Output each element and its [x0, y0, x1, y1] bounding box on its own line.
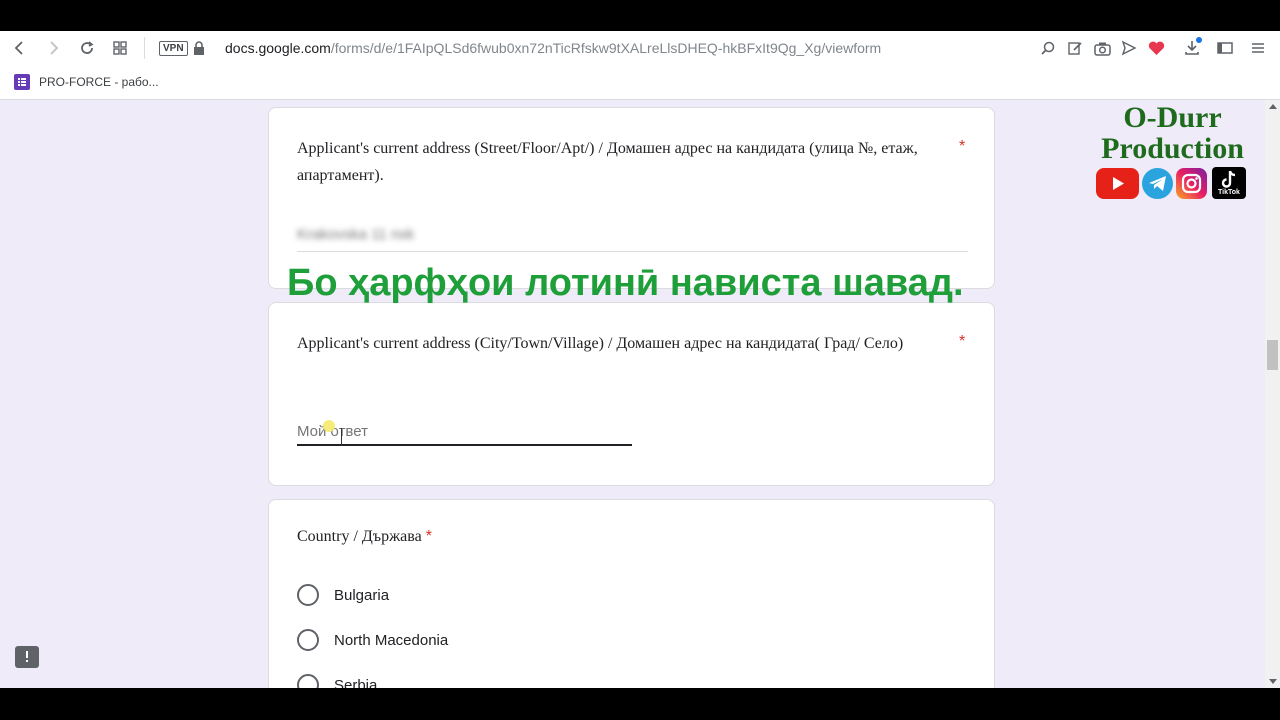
bookmark-pro-force[interactable]: PRO-FORCE - рабо...	[39, 74, 159, 90]
edit-icon[interactable]	[1065, 38, 1085, 58]
text-cursor-icon	[341, 428, 342, 446]
url-path: /forms/d/e/1FAIpQLSd6fwub0xn72nTicRfskw9…	[330, 40, 882, 56]
address-bar[interactable]: docs.google.com/forms/d/e/1FAIpQLSd6fwub…	[225, 40, 881, 57]
vpn-badge[interactable]: VPN	[159, 41, 188, 56]
brand-line-2: Production	[1101, 132, 1244, 165]
country-option-bulgaria[interactable]: Bulgaria	[297, 584, 597, 608]
tiktok-icon: TikTok	[1212, 167, 1246, 199]
toolbar-divider	[144, 37, 145, 59]
question-title-city: Applicant's current address (City/Town/V…	[297, 335, 904, 352]
download-badge-icon	[1196, 37, 1202, 43]
radio-button-icon[interactable]	[297, 584, 319, 606]
video-letterbox-top	[0, 0, 1280, 31]
form-page: Applicant's current address (Street/Floo…	[0, 100, 1265, 688]
answer-street-blurred: Krakovska 11 nsk	[297, 226, 415, 243]
menu-icon[interactable]	[1248, 38, 1268, 58]
url-domain: docs.google.com	[225, 40, 331, 56]
scroll-up-arrow-icon[interactable]	[1269, 104, 1277, 109]
question-title-country: Country / Държава *	[297, 528, 432, 546]
sidebar-toggle-icon[interactable]	[1215, 38, 1235, 58]
tiktok-label: TikTok	[1218, 189, 1240, 196]
camera-icon[interactable]	[1092, 38, 1112, 58]
instagram-icon	[1176, 168, 1207, 199]
country-option-serbia[interactable]: Serbia	[297, 674, 597, 688]
telegram-icon	[1142, 168, 1173, 199]
cursor-highlight-icon	[323, 420, 335, 432]
lock-icon[interactable]	[192, 40, 206, 56]
required-mark: *	[959, 138, 966, 155]
country-option-label: Bulgaria	[334, 587, 390, 604]
scroll-down-arrow-icon[interactable]	[1269, 679, 1277, 684]
report-feedback-icon[interactable]	[15, 646, 39, 668]
google-forms-icon[interactable]	[14, 74, 30, 90]
scrollbar-thumb[interactable]	[1267, 340, 1278, 370]
bookmarks-bar: PRO-FORCE - рабо...	[0, 66, 1280, 100]
question-card-city: Applicant's current address (City/Town/V…	[268, 302, 995, 486]
back-icon[interactable]	[10, 38, 30, 58]
overlay-caption: Бо ҳарфҳои лотинӣ нависта шавад.	[287, 262, 964, 304]
send-icon[interactable]	[1119, 38, 1139, 58]
required-mark: *	[959, 333, 966, 350]
browser-toolbar: VPN docs.google.com/forms/d/e/1FAIpQLSd6…	[0, 31, 1280, 66]
heart-icon[interactable]	[1146, 38, 1166, 58]
country-option-label: Serbia	[334, 677, 378, 688]
answer-street-underline[interactable]	[297, 251, 968, 252]
country-option-label: North Macedonia	[334, 632, 449, 649]
required-mark: *	[425, 528, 432, 545]
speed-dial-icon[interactable]	[110, 38, 130, 58]
radio-button-icon[interactable]	[297, 674, 319, 688]
radio-button-icon[interactable]	[297, 629, 319, 651]
forward-icon[interactable]	[43, 38, 63, 58]
video-letterbox-bottom	[0, 688, 1280, 720]
city-answer-input[interactable]	[297, 418, 632, 446]
question-title-country-text: Country / Държава	[297, 528, 422, 545]
country-option-north-macedonia[interactable]: North Macedonia	[297, 629, 597, 653]
question-title-street: Applicant's current address (Street/Floo…	[297, 140, 918, 184]
zoom-search-icon[interactable]	[1038, 38, 1058, 58]
reload-icon[interactable]	[77, 38, 97, 58]
page-scrollbar[interactable]	[1265, 100, 1280, 688]
brand-logo: O-Durr Production	[1090, 102, 1255, 164]
brand-line-1: O-Durr	[1123, 101, 1222, 134]
question-card-country: Country / Държава * Bulgaria North Maced…	[268, 499, 995, 688]
youtube-icon	[1096, 168, 1139, 199]
